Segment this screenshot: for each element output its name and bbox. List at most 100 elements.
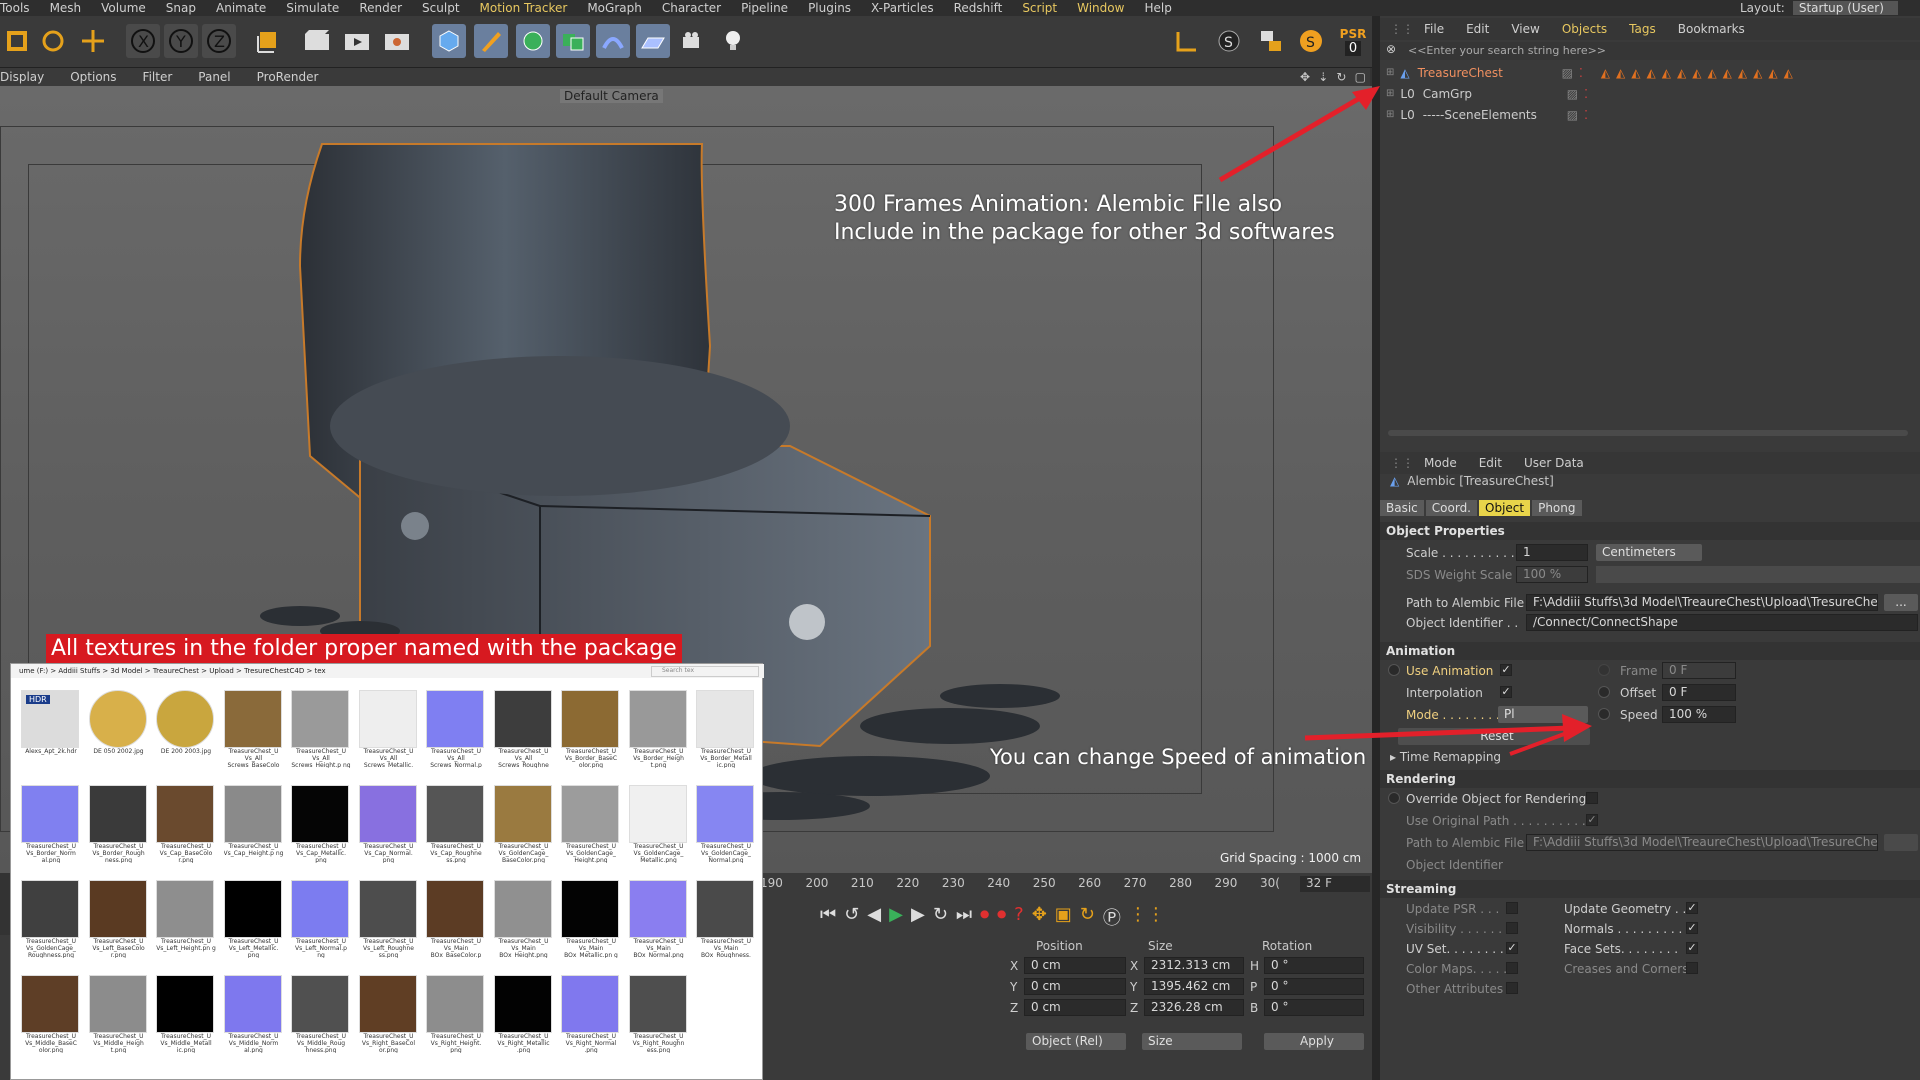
rotate-icon[interactable] xyxy=(36,24,70,58)
om-menu-view[interactable]: View xyxy=(1511,22,1539,36)
tag-icon[interactable]: ◭ xyxy=(1662,66,1671,80)
speed-radio[interactable] xyxy=(1598,708,1610,720)
file-thumbnail[interactable]: TreasureChest_U Vs_Border_Norm al.png xyxy=(21,785,81,863)
object-row[interactable]: ⊞ L0 CamGrp ▨ ⁚ xyxy=(1380,83,1920,104)
file-thumbnail[interactable]: TreasureChest_U Vs_GoldenCage_ Height.pn… xyxy=(561,785,621,863)
expand-icon[interactable]: ⊞ xyxy=(1386,109,1394,120)
offset-radio[interactable] xyxy=(1598,686,1610,698)
size-field[interactable]: 2312.313 cm xyxy=(1144,957,1244,974)
file-thumbnail[interactable]: TreasureChest_U Vs_Left_Normal.p ng xyxy=(291,880,351,958)
pan-icon[interactable]: ✥ xyxy=(1300,70,1310,84)
tag-icon[interactable]: ◭ xyxy=(1738,66,1747,80)
tag-icon[interactable]: ◭ xyxy=(1616,66,1625,80)
file-thumbnail[interactable]: TreasureChest_U Vs_Main BOx_BaseColor.p … xyxy=(426,880,486,958)
key-param-icon[interactable]: Ⓟ xyxy=(1103,904,1121,930)
file-thumbnail[interactable]: TreasureChest_U Vs_Right_Metallic .png xyxy=(493,975,554,1053)
file-thumbnail[interactable]: TreasureChest_U Vs_All Screws_Metallic. … xyxy=(358,690,419,768)
om-menu-bookmarks[interactable]: Bookmarks xyxy=(1678,22,1745,36)
array-icon[interactable] xyxy=(556,24,590,58)
tab-basic[interactable]: Basic xyxy=(1380,500,1424,516)
interpolation-checkbox[interactable]: ✓ xyxy=(1500,686,1512,698)
file-thumbnail[interactable]: TreasureChest_U Vs_Right_Roughn ess.png xyxy=(628,975,689,1053)
y-axis-lock-icon[interactable]: Y xyxy=(164,24,198,58)
menu-sculpt[interactable]: Sculpt xyxy=(422,1,459,15)
keyframe-selection-icon[interactable]: ? xyxy=(1014,904,1024,930)
tag-icon[interactable]: ◭ xyxy=(1677,66,1686,80)
panel-divider[interactable] xyxy=(1372,16,1380,1080)
size-field[interactable]: 1395.462 cm xyxy=(1144,978,1244,995)
file-thumbnail[interactable]: TreasureChest_U Vs_Middle_Metall ic.png xyxy=(156,975,216,1053)
menu-plugins[interactable]: Plugins xyxy=(808,1,851,15)
tag-icon[interactable]: ◭ xyxy=(1768,66,1777,80)
object-row[interactable]: ⊞ ◭ TreasureChest ▨ ⁚ ◭ ◭ ◭ ◭ ◭ ◭ ◭ ◭ ◭ ◭ ◭ ◭ ◭ xyxy=(1380,62,1920,83)
file-thumbnail[interactable]: TreasureChest_U Vs_All Screws_BaseColo r… xyxy=(223,690,284,768)
z-axis-lock-icon[interactable]: Z xyxy=(202,24,236,58)
object-name[interactable]: CamGrp xyxy=(1423,87,1543,101)
close-search-icon[interactable]: ⊗ xyxy=(1386,42,1396,56)
face-sets-checkbox[interactable]: ✓ xyxy=(1686,942,1698,954)
use-animation-radio[interactable] xyxy=(1388,664,1400,676)
tag-icon[interactable]: ◭ xyxy=(1692,66,1701,80)
object-list-scrollbar[interactable] xyxy=(1388,430,1908,436)
om-menu-objects[interactable]: Objects xyxy=(1562,22,1607,36)
tab-coord[interactable]: Coord. xyxy=(1425,500,1477,516)
menu-mograph[interactable]: MoGraph xyxy=(587,1,642,15)
menu-pipeline[interactable]: Pipeline xyxy=(741,1,788,15)
update-psr-checkbox[interactable] xyxy=(1506,902,1518,914)
floor-icon[interactable] xyxy=(636,24,670,58)
override-checkbox[interactable] xyxy=(1586,792,1598,804)
file-thumbnail[interactable]: TreasureChest_U Vs_Main BOx_Roughness. p… xyxy=(696,880,756,958)
file-thumbnail[interactable]: TreasureChest_U Vs_All Screws_Roughne ss… xyxy=(493,690,554,768)
camera-icon[interactable] xyxy=(676,24,710,58)
layout-selector[interactable]: Layout: Startup (User) xyxy=(1740,0,1898,16)
render-dot-icon[interactable]: ⁚ xyxy=(1584,108,1588,122)
file-thumbnail[interactable]: TreasureChest_U Vs_All Screws_Height.p n… xyxy=(291,690,351,768)
object-row[interactable]: ⊞ L0 -----SceneElements ▨ ⁚ xyxy=(1380,104,1920,125)
script-s-icon[interactable]: S xyxy=(1212,24,1246,58)
uv-set-checkbox[interactable]: ✓ xyxy=(1506,942,1518,954)
tab-phong[interactable]: Phong xyxy=(1532,500,1582,516)
update-geometry-checkbox[interactable]: ✓ xyxy=(1686,902,1698,914)
file-thumbnail[interactable]: TreasureChest_U Vs_GoldenCage_ Roughness… xyxy=(21,880,81,958)
goto-end-icon[interactable]: ⏭ xyxy=(956,904,972,930)
file-thumbnail[interactable]: TreasureChest_U Vs_Left_BaseColo r.png xyxy=(88,880,149,958)
layout-value[interactable]: Startup (User) xyxy=(1792,1,1898,15)
file-thumbnail[interactable]: TreasureChest_U Vs_Main BOx_Height.png xyxy=(493,880,554,958)
render-view-icon[interactable] xyxy=(300,24,334,58)
render-dot-icon[interactable]: ⁚ xyxy=(1584,87,1588,101)
explorer-search-input[interactable]: Search tex xyxy=(651,666,759,677)
tag-icon[interactable]: ◭ xyxy=(1784,66,1793,80)
file-thumbnail[interactable]: TreasureChest_U Vs_Border_Rough ness.png xyxy=(88,785,149,863)
deformer-icon[interactable] xyxy=(596,24,630,58)
orbit-icon[interactable]: ↻ xyxy=(1336,70,1346,84)
use-animation-checkbox[interactable]: ✓ xyxy=(1500,664,1512,676)
timeline-ruler[interactable]: 190 200 210 220 230 240 250 260 270 280 290 30( 32 … xyxy=(760,873,1372,895)
render-to-picture-viewer-icon[interactable] xyxy=(340,24,374,58)
subdivision-surface-icon[interactable] xyxy=(516,24,550,58)
menu-volume[interactable]: Volume xyxy=(101,1,146,15)
size-field[interactable]: 2326.28 cm xyxy=(1144,999,1244,1016)
tag-icon[interactable]: ◭ xyxy=(1631,66,1640,80)
file-thumbnail[interactable]: TreasureChest_U Vs_Middle_Heigh t.png xyxy=(88,975,149,1053)
current-frame-field[interactable]: 32 F xyxy=(1300,876,1370,892)
color-maps-checkbox[interactable] xyxy=(1506,962,1518,974)
file-thumbnail[interactable]: TreasureChest_U Vs_Cap_Normal. png xyxy=(358,785,419,863)
tag-icon[interactable]: ◭ xyxy=(1753,66,1762,80)
x-axis-lock-icon[interactable]: X xyxy=(126,24,160,58)
render-dot-icon[interactable]: ⁚ xyxy=(1579,66,1583,80)
file-thumbnail[interactable]: TreasureChest_U Vs_Border_BaseC olor.png xyxy=(561,690,621,768)
cube-primitive-icon[interactable] xyxy=(432,24,466,58)
tag-icon[interactable]: ◭ xyxy=(1647,66,1656,80)
menu-character[interactable]: Character xyxy=(662,1,721,15)
viewport-menu-options[interactable]: Options xyxy=(70,70,116,84)
visibility-icon[interactable]: ▨ xyxy=(1562,66,1573,80)
psr-reset-button[interactable]: PSR 0 xyxy=(1336,24,1370,58)
file-thumbnail[interactable]: TreasureChest_U Vs_Border_Heigh t.png xyxy=(628,690,689,768)
position-field[interactable]: 0 cm xyxy=(1024,999,1126,1016)
frame-radio[interactable] xyxy=(1598,664,1610,676)
file-thumbnail[interactable]: TreasureChest_U Vs_Main BOx_Metallic.pn … xyxy=(561,880,621,958)
next-frame-icon[interactable]: ▶ xyxy=(911,904,925,930)
file-thumbnail[interactable]: TreasureChest_U Vs_All Screws_Normal.p n… xyxy=(426,690,486,768)
light-icon[interactable] xyxy=(716,24,750,58)
file-thumbnail[interactable]: TreasureChest_U Vs_GoldenCage_ BaseColor… xyxy=(493,785,554,863)
